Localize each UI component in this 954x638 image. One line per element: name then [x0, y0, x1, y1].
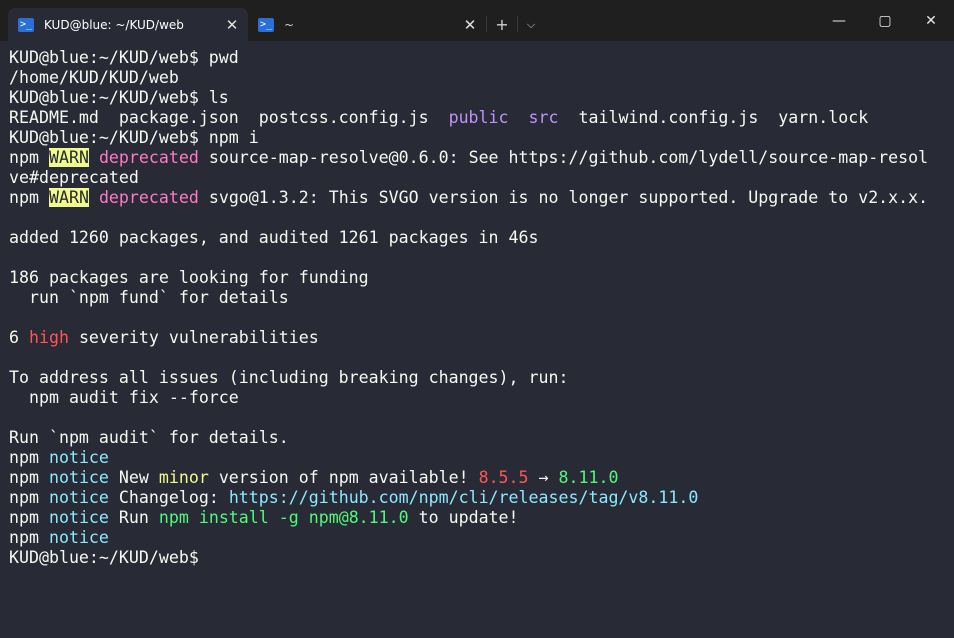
- terminal-line: ve#deprecated: [9, 168, 954, 188]
- terminal-text: npm: [9, 188, 49, 207]
- terminal-text: deprecated: [98, 188, 199, 207]
- terminal-text: KUD@blue:~/KUD/web$ npm i: [9, 128, 259, 147]
- terminal-text: tailwind.config.js yarn.lock: [558, 108, 869, 127]
- terminal-line: npm audit fix --force: [9, 388, 954, 408]
- terminal-text: to update!: [408, 508, 519, 527]
- terminal-text: notice: [48, 508, 109, 527]
- window-controls: — ▢ ✕: [816, 0, 954, 41]
- terminal-line: npm notice: [9, 528, 954, 548]
- terminal-line: npm notice: [9, 448, 954, 468]
- tab-home[interactable]: >_ ~ ✕: [248, 8, 486, 41]
- terminal-text: public: [448, 108, 509, 127]
- terminal-output[interactable]: KUD@blue:~/KUD/web$ pwd/home/KUD/KUD/web…: [9, 48, 954, 638]
- warn-badge: WARN: [48, 148, 89, 167]
- terminal-text: 8.11.0: [558, 468, 619, 487]
- terminal-line: npm notice Run npm install -g npm@8.11.0…: [9, 508, 954, 528]
- terminal-line: 6 high severity vulnerabilities: [9, 328, 954, 348]
- terminal-text: npm audit fix --force: [9, 388, 239, 407]
- terminal-text: Run: [108, 508, 159, 527]
- terminal-line: npm notice Changelog: https://github.com…: [9, 488, 954, 508]
- terminal-line: KUD@blue:~/KUD/web$ ls: [9, 88, 954, 108]
- close-window-button[interactable]: ✕: [908, 0, 954, 41]
- terminal-text: npm: [9, 448, 49, 467]
- terminal-text: npm: [9, 488, 49, 507]
- terminal-text: /home/KUD/KUD/web: [9, 68, 179, 87]
- terminal-text: notice: [48, 488, 109, 507]
- terminal-text: npm install -g npm@8.11.0: [158, 508, 409, 527]
- terminal-text: README.md package.json postcss.config.js: [9, 108, 449, 127]
- powershell-icon: >_: [258, 17, 274, 32]
- terminal-line: npm WARN deprecated source-map-resolve@0…: [9, 148, 954, 168]
- terminal-line: npm WARN deprecated svgo@1.3.2: This SVG…: [9, 188, 954, 208]
- terminal-text: severity vulnerabilities: [68, 328, 319, 347]
- terminal-line: added 1260 packages, and audited 1261 pa…: [9, 228, 954, 248]
- terminal-line: KUD@blue:~/KUD/web$ npm i: [9, 128, 954, 148]
- terminal-text: →: [528, 468, 559, 487]
- terminal-text: npm: [9, 528, 49, 547]
- terminal-text: deprecated: [98, 148, 199, 167]
- terminal-text: npm: [9, 468, 49, 487]
- terminal-line: README.md package.json postcss.config.js…: [9, 108, 954, 128]
- terminal-text: notice: [48, 448, 109, 467]
- terminal-window: >_ KUD@blue: ~/KUD/web ✕ >_ ~ ✕ + ⌵ — ▢ …: [0, 0, 954, 638]
- terminal-text: svgo@1.3.2: This SVGO version is no long…: [198, 188, 929, 207]
- terminal-text: Changelog:: [108, 488, 229, 507]
- terminal-text: notice: [48, 468, 109, 487]
- terminal-line: /home/KUD/KUD/web: [9, 68, 954, 88]
- close-tab-icon[interactable]: ✕: [456, 11, 484, 39]
- terminal-line: KUD@blue:~/KUD/web$: [9, 548, 954, 568]
- terminal-text: npm: [9, 148, 49, 167]
- terminal-line: Run `npm audit` for details.: [9, 428, 954, 448]
- terminal-text: KUD@blue:~/KUD/web$: [9, 548, 199, 567]
- terminal-line: To address all issues (including breakin…: [9, 368, 954, 388]
- title-bar: >_ KUD@blue: ~/KUD/web ✕ >_ ~ ✕ + ⌵ — ▢ …: [0, 0, 954, 41]
- terminal-text: notice: [48, 528, 109, 547]
- terminal-text: KUD@blue:~/KUD/web$ pwd: [9, 48, 239, 67]
- terminal-line: KUD@blue:~/KUD/web$ pwd: [9, 48, 954, 68]
- terminal-text: 8.5.5: [478, 468, 529, 487]
- terminal-text: run `npm fund` for details: [9, 288, 289, 307]
- terminal-text: 186 packages are looking for funding: [9, 268, 369, 287]
- minimize-button[interactable]: —: [816, 0, 862, 41]
- terminal-text: Run `npm audit` for details.: [9, 428, 289, 447]
- tab-kud-web[interactable]: >_ KUD@blue: ~/KUD/web ✕: [8, 8, 248, 41]
- terminal-text: high: [28, 328, 69, 347]
- tab-title: KUD@blue: ~/KUD/web: [44, 17, 184, 32]
- terminal-text: minor: [158, 468, 209, 487]
- terminal-text: KUD@blue:~/KUD/web$ ls: [9, 88, 229, 107]
- terminal-text: npm: [9, 508, 49, 527]
- terminal-text: https://github.com/npm/cli/releases/tag/…: [228, 488, 699, 507]
- new-tab-button[interactable]: +: [487, 8, 517, 41]
- terminal-line: run `npm fund` for details: [9, 288, 954, 308]
- tab-dropdown-button[interactable]: ⌵: [518, 8, 544, 41]
- maximize-button[interactable]: ▢: [862, 0, 908, 41]
- terminal-text: added 1260 packages, and audited 1261 pa…: [9, 228, 539, 247]
- terminal-text: src: [528, 108, 559, 127]
- warn-badge: WARN: [48, 188, 89, 207]
- terminal-text: To address all issues (including breakin…: [9, 368, 569, 387]
- terminal-text: 6: [9, 328, 29, 347]
- terminal-text: New: [108, 468, 159, 487]
- powershell-icon: >_: [18, 17, 34, 32]
- terminal-line: 186 packages are looking for funding: [9, 268, 954, 288]
- terminal-line: npm notice New minor version of npm avai…: [9, 468, 954, 488]
- terminal-text: ve#deprecated: [9, 168, 139, 187]
- terminal-text: version of npm available!: [208, 468, 479, 487]
- terminal-text: source-map-resolve@0.6.0: See https://gi…: [198, 148, 929, 167]
- tab-title: ~: [284, 17, 295, 32]
- close-tab-icon[interactable]: ✕: [218, 11, 246, 39]
